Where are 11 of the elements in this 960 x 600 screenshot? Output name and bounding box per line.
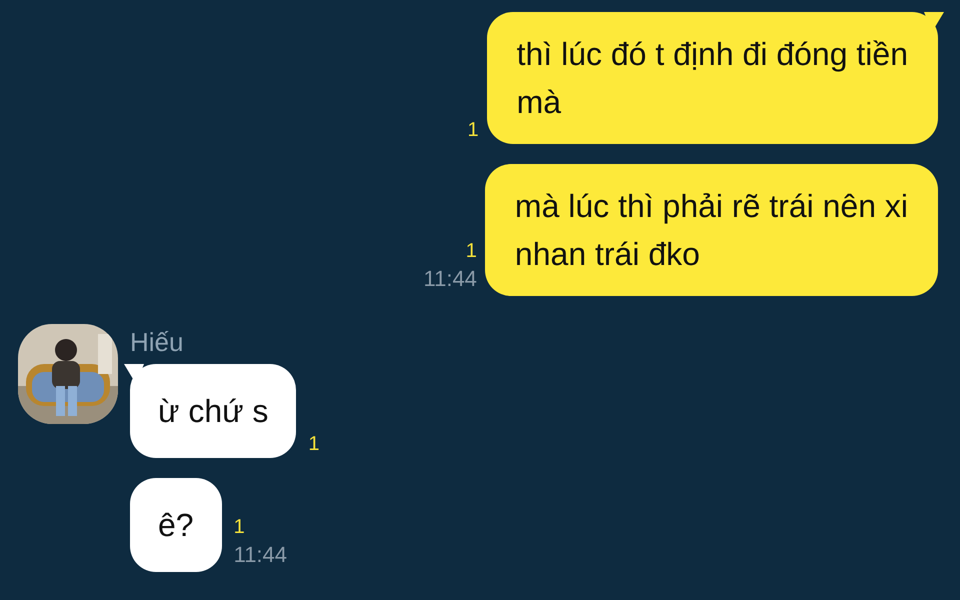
- message-time: 11:44: [424, 264, 477, 292]
- unread-count: 1: [234, 516, 245, 536]
- message-time: 11:44: [234, 540, 288, 568]
- unread-count: 1: [466, 240, 477, 260]
- unread-count: 1: [467, 120, 479, 140]
- unread-count: 1: [308, 434, 320, 454]
- sender-name: Hiếu: [130, 326, 184, 359]
- message-bubble: ừ chứ s: [130, 364, 296, 458]
- message-bubble: mà lúc thì phải rẽ trái nên xi nhan trái đko: [484, 164, 938, 296]
- message-bubble: ê?: [130, 478, 222, 572]
- message-bubble: thì lúc đó t định đi đóng tiền mà: [486, 12, 938, 144]
